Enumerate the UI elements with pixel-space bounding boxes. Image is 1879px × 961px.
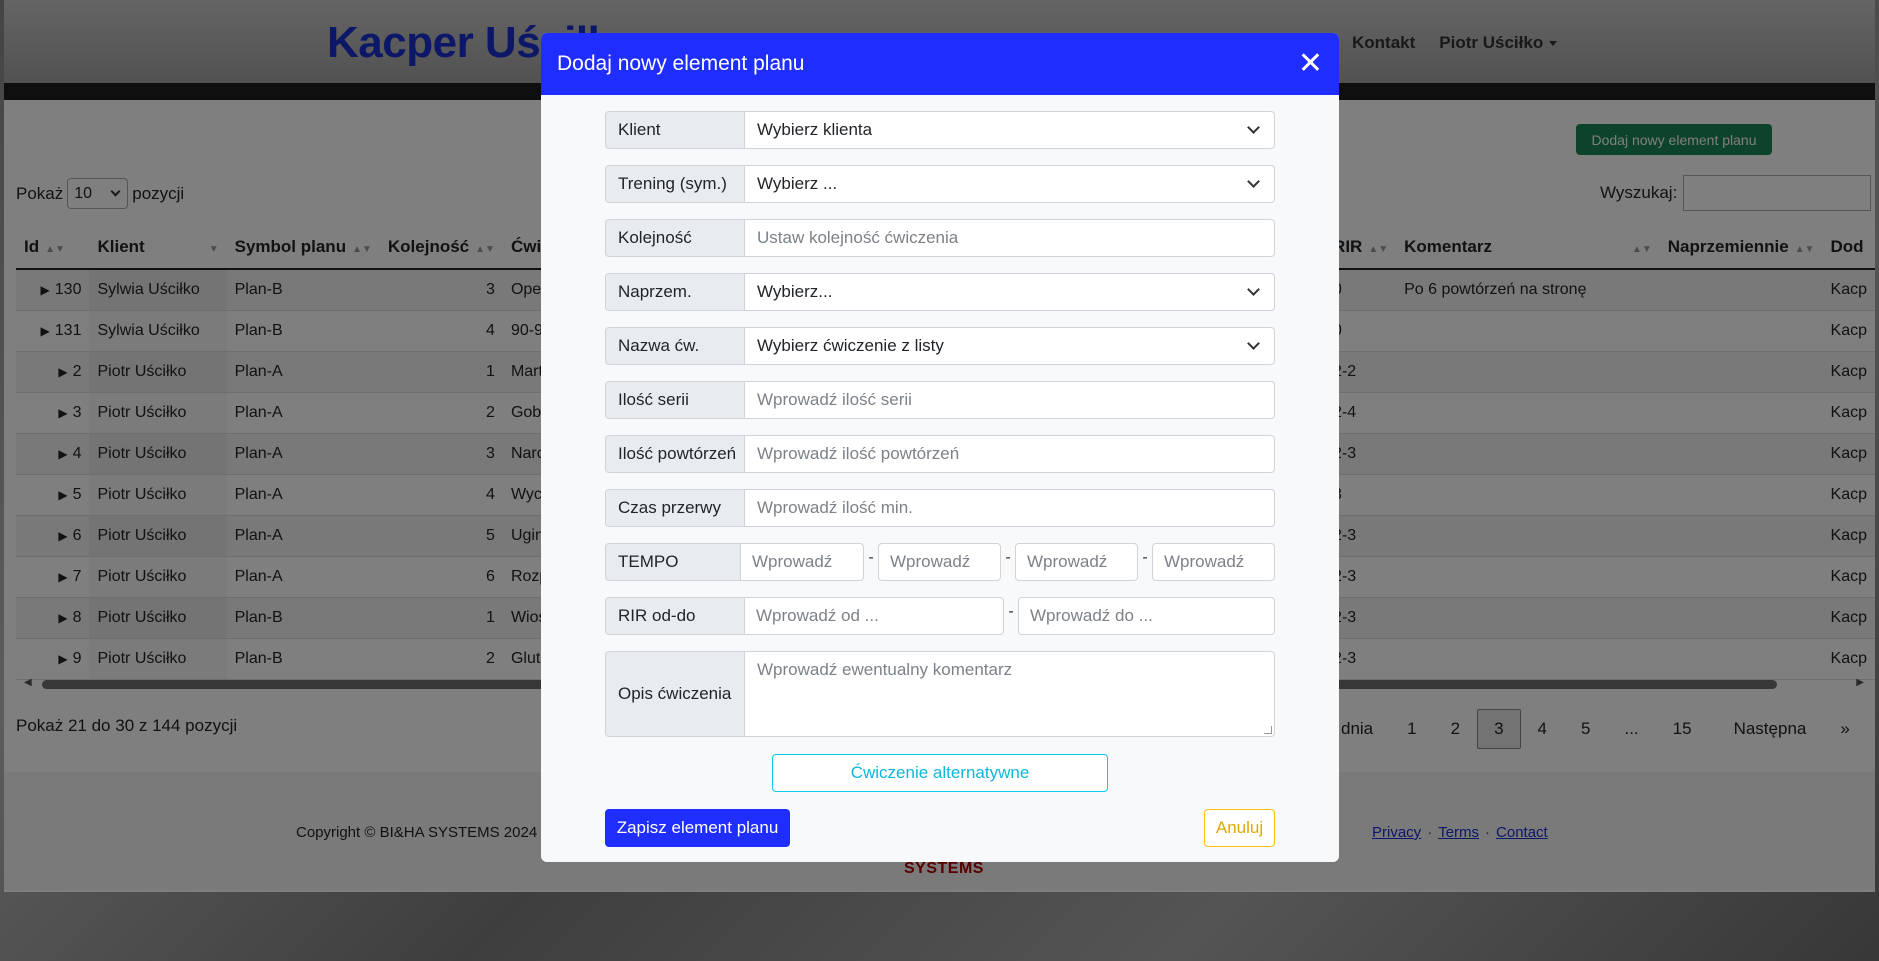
- description-textarea[interactable]: Wprowadź ewentualny komentarz: [745, 651, 1275, 737]
- client-select[interactable]: Wybierz klienta: [745, 111, 1275, 149]
- reps-input[interactable]: Wprowadź ilość powtórzeń: [745, 435, 1275, 473]
- rir-from-input[interactable]: Wprowadź od ...: [745, 597, 1004, 635]
- chevron-down-icon: [1247, 283, 1260, 296]
- tempo-input-1[interactable]: Wprowadź: [741, 543, 864, 581]
- tempo-label: TEMPO: [605, 543, 741, 581]
- field-exercise: Nazwa ćw. Wybierz ćwiczenie z listy: [605, 327, 1275, 365]
- close-icon[interactable]: ✕: [1298, 49, 1323, 79]
- field-training: Trening (sym.) Wybierz ...: [605, 165, 1275, 203]
- save-plan-element-button[interactable]: Zapisz element planu: [605, 809, 790, 847]
- tempo-input-4[interactable]: Wprowadź: [1152, 543, 1275, 581]
- tempo-input-2[interactable]: Wprowadź: [878, 543, 1001, 581]
- exercise-select[interactable]: Wybierz ćwiczenie z listy: [745, 327, 1275, 365]
- modal-title: Dodaj nowy element planu: [557, 52, 805, 75]
- field-reps: Ilość powtórzeń Wprowadź ilość powtórzeń: [605, 435, 1275, 473]
- reps-label: Ilość powtórzeń: [605, 435, 745, 473]
- field-tempo: TEMPO Wprowadź - Wprowadź - Wprowadź - W…: [605, 543, 1275, 581]
- chevron-down-icon: [1247, 337, 1260, 350]
- alternative-exercise-button[interactable]: Ćwiczenie alternatywne: [772, 754, 1108, 792]
- cancel-button[interactable]: Anuluj: [1204, 809, 1275, 847]
- exercise-label: Nazwa ćw.: [605, 327, 745, 365]
- client-label: Klient: [605, 111, 745, 149]
- field-description: Opis ćwiczenia Wprowadź ewentualny komen…: [605, 651, 1275, 737]
- field-alternate: Naprzem. Wybierz...: [605, 273, 1275, 311]
- rest-label: Czas przerwy: [605, 489, 745, 527]
- chevron-down-icon: [1247, 175, 1260, 188]
- resize-handle-icon[interactable]: [1264, 726, 1272, 734]
- tempo-input-3[interactable]: Wprowadź: [1015, 543, 1138, 581]
- field-sets: Ilość serii Wprowadź ilość serii: [605, 381, 1275, 419]
- chevron-down-icon: [1247, 121, 1260, 134]
- rest-input[interactable]: Wprowadź ilość min.: [745, 489, 1275, 527]
- rir-label: RIR od-do: [605, 597, 745, 635]
- description-label: Opis ćwiczenia: [605, 651, 745, 737]
- field-client: Klient Wybierz klienta: [605, 111, 1275, 149]
- training-label: Trening (sym.): [605, 165, 745, 203]
- sets-input[interactable]: Wprowadź ilość serii: [745, 381, 1275, 419]
- plan-element-form: Klient Wybierz klienta Trening (sym.) Wy…: [605, 111, 1275, 753]
- order-input[interactable]: Ustaw kolejność ćwiczenia: [745, 219, 1275, 257]
- rir-to-input[interactable]: Wprowadź do ...: [1018, 597, 1275, 635]
- field-rest: Czas przerwy Wprowadź ilość min.: [605, 489, 1275, 527]
- add-plan-element-modal: Dodaj nowy element planu ✕ Klient Wybier…: [541, 33, 1339, 862]
- field-order: Kolejność Ustaw kolejność ćwiczenia: [605, 219, 1275, 257]
- training-select[interactable]: Wybierz ...: [745, 165, 1275, 203]
- field-rir: RIR od-do Wprowadź od ... - Wprowadź do …: [605, 597, 1275, 635]
- order-label: Kolejność: [605, 219, 745, 257]
- alternate-select[interactable]: Wybierz...: [745, 273, 1275, 311]
- modal-header: Dodaj nowy element planu ✕: [541, 33, 1339, 95]
- alternate-label: Naprzem.: [605, 273, 745, 311]
- sets-label: Ilość serii: [605, 381, 745, 419]
